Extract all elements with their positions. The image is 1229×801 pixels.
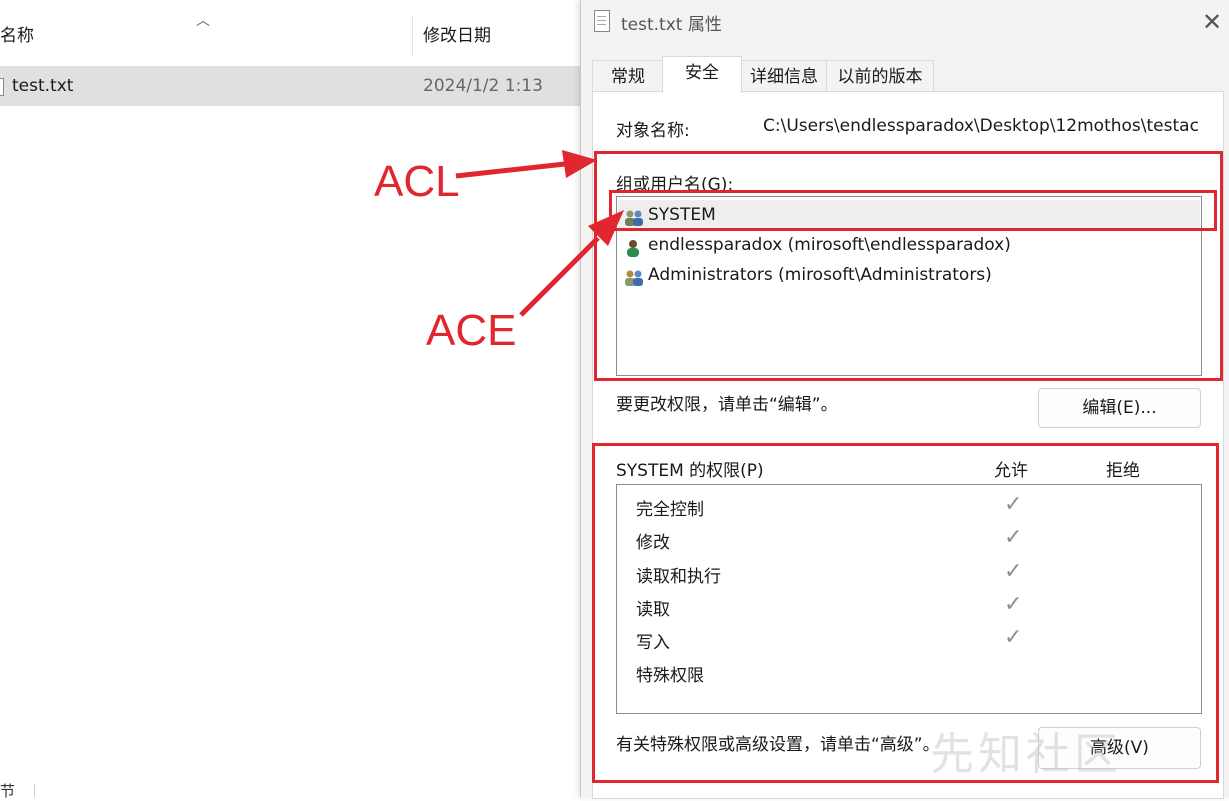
tab-security[interactable]: 安全	[662, 56, 742, 93]
annotation-arrows	[455, 150, 624, 317]
ace-arrow-shaft	[519, 236, 600, 317]
acl-arrow-head	[562, 150, 597, 178]
acl-arrow-shaft	[455, 161, 566, 179]
ace-annotation-label: ACE	[426, 306, 517, 355]
acl-annotation-label: ACL	[374, 157, 460, 206]
